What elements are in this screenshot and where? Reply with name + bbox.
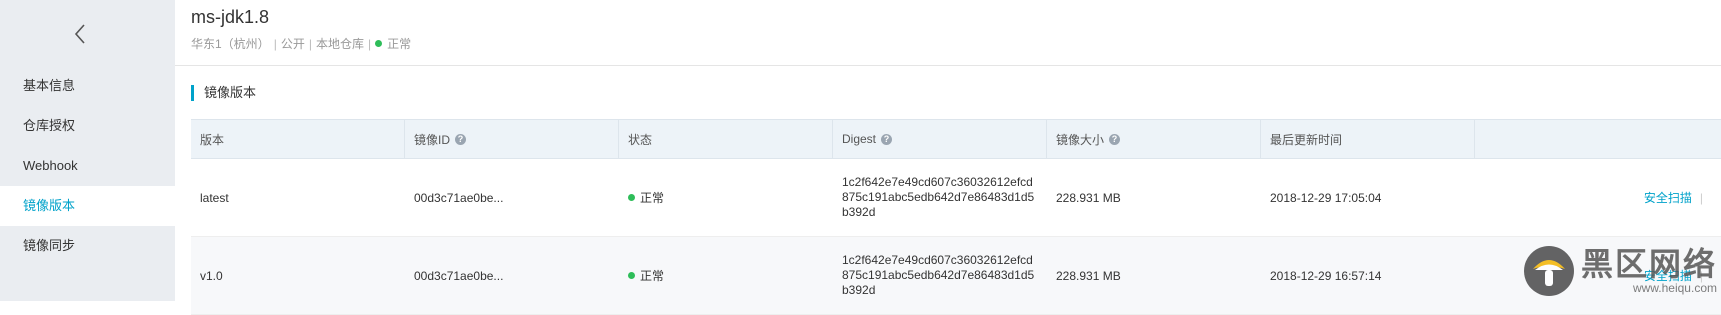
help-icon[interactable]: ? — [881, 133, 893, 145]
cell-status: 正常 — [619, 159, 833, 236]
divider: | — [367, 36, 372, 51]
cell-image-id: 00d3c71ae0be... — [414, 268, 504, 283]
cell-version: v1.0 — [200, 268, 223, 283]
status-dot-icon — [628, 272, 635, 279]
divider: | — [308, 36, 312, 51]
table-row: v1.0 00d3c71ae0be... 正常 1c2f642e7e49cd60… — [191, 237, 1721, 315]
repo-meta: 华东1（杭州） | 公开 | 本地仓库 | 正常 — [191, 35, 411, 52]
watermark-name: 黑区网络 — [1580, 246, 1717, 282]
divider: | — [1699, 190, 1703, 205]
cell-image-id: 00d3c71ae0be... — [414, 190, 504, 205]
sidebar: 基本信息 仓库授权 Webhook 镜像版本 镜像同步 — [0, 0, 175, 301]
cell-updated: 2018-12-29 16:57:14 — [1270, 268, 1382, 283]
sidebar-item-image-sync[interactable]: 镜像同步 — [0, 226, 175, 266]
divider: | — [273, 36, 277, 51]
sidebar-item-basic-info[interactable]: 基本信息 — [0, 66, 175, 106]
cell-digest: 1c2f642e7e49cd607c36032612efcd875c191abc… — [842, 175, 1035, 219]
table-row: latest 00d3c71ae0be... 正常 1c2f642e7e49cd… — [191, 159, 1721, 237]
repo-header: ms-jdk1.8 华东1（杭州） | 公开 | 本地仓库 | 正常 — [191, 0, 1721, 66]
chevron-left-icon — [74, 24, 85, 44]
cell-updated: 2018-12-29 17:05:04 — [1270, 190, 1382, 205]
cell-size: 228.931 MB — [1056, 190, 1121, 205]
watermark: 黑区网络 www.heiqu.com — [1523, 245, 1717, 297]
column-header-digest: Digest? — [833, 120, 1047, 158]
watermark-url: www.heiqu.com — [1632, 281, 1717, 295]
image-versions-table: 版本 镜像ID? 状态 Digest? 镜像大小? 最后更新时间 latest … — [191, 119, 1721, 315]
mushroom-logo-icon — [1523, 246, 1574, 296]
status-dot-icon — [375, 40, 383, 47]
repo-type: 本地仓库 — [315, 37, 364, 51]
help-icon[interactable]: ? — [455, 133, 467, 145]
repo-region: 华东1（杭州） — [191, 37, 270, 51]
repo-status: 正常 — [387, 37, 412, 51]
status-dot-icon — [628, 194, 635, 201]
cell-size: 228.931 MB — [1056, 268, 1121, 283]
sidebar-menu: 基本信息 仓库授权 Webhook 镜像版本 镜像同步 — [0, 66, 175, 266]
back-button[interactable] — [62, 16, 98, 52]
repo-visibility: 公开 — [280, 37, 305, 51]
cell-digest: 1c2f642e7e49cd607c36032612efcd875c191abc… — [842, 253, 1035, 297]
section-title: 镜像版本 — [191, 85, 256, 101]
column-header-version: 版本 — [191, 120, 405, 158]
cell-status: 正常 — [619, 237, 833, 314]
help-icon[interactable]: ? — [1109, 133, 1121, 145]
table-header: 版本 镜像ID? 状态 Digest? 镜像大小? 最后更新时间 — [191, 119, 1721, 159]
sidebar-item-repo-auth[interactable]: 仓库授权 — [0, 106, 175, 146]
column-header-actions — [1475, 120, 1721, 158]
sidebar-item-webhook[interactable]: Webhook — [0, 146, 175, 186]
column-header-image-id: 镜像ID? — [405, 120, 619, 158]
column-header-size: 镜像大小? — [1047, 120, 1261, 158]
security-scan-link[interactable]: 安全扫描 — [1644, 189, 1692, 206]
cell-version: latest — [200, 190, 229, 205]
column-header-status: 状态 — [619, 120, 833, 158]
header-divider — [175, 65, 1721, 66]
sidebar-item-image-versions[interactable]: 镜像版本 — [0, 186, 175, 226]
column-header-updated: 最后更新时间 — [1261, 120, 1475, 158]
cell-actions: 安全扫描 | — [1475, 159, 1721, 236]
page-title: ms-jdk1.8 — [191, 7, 270, 27]
